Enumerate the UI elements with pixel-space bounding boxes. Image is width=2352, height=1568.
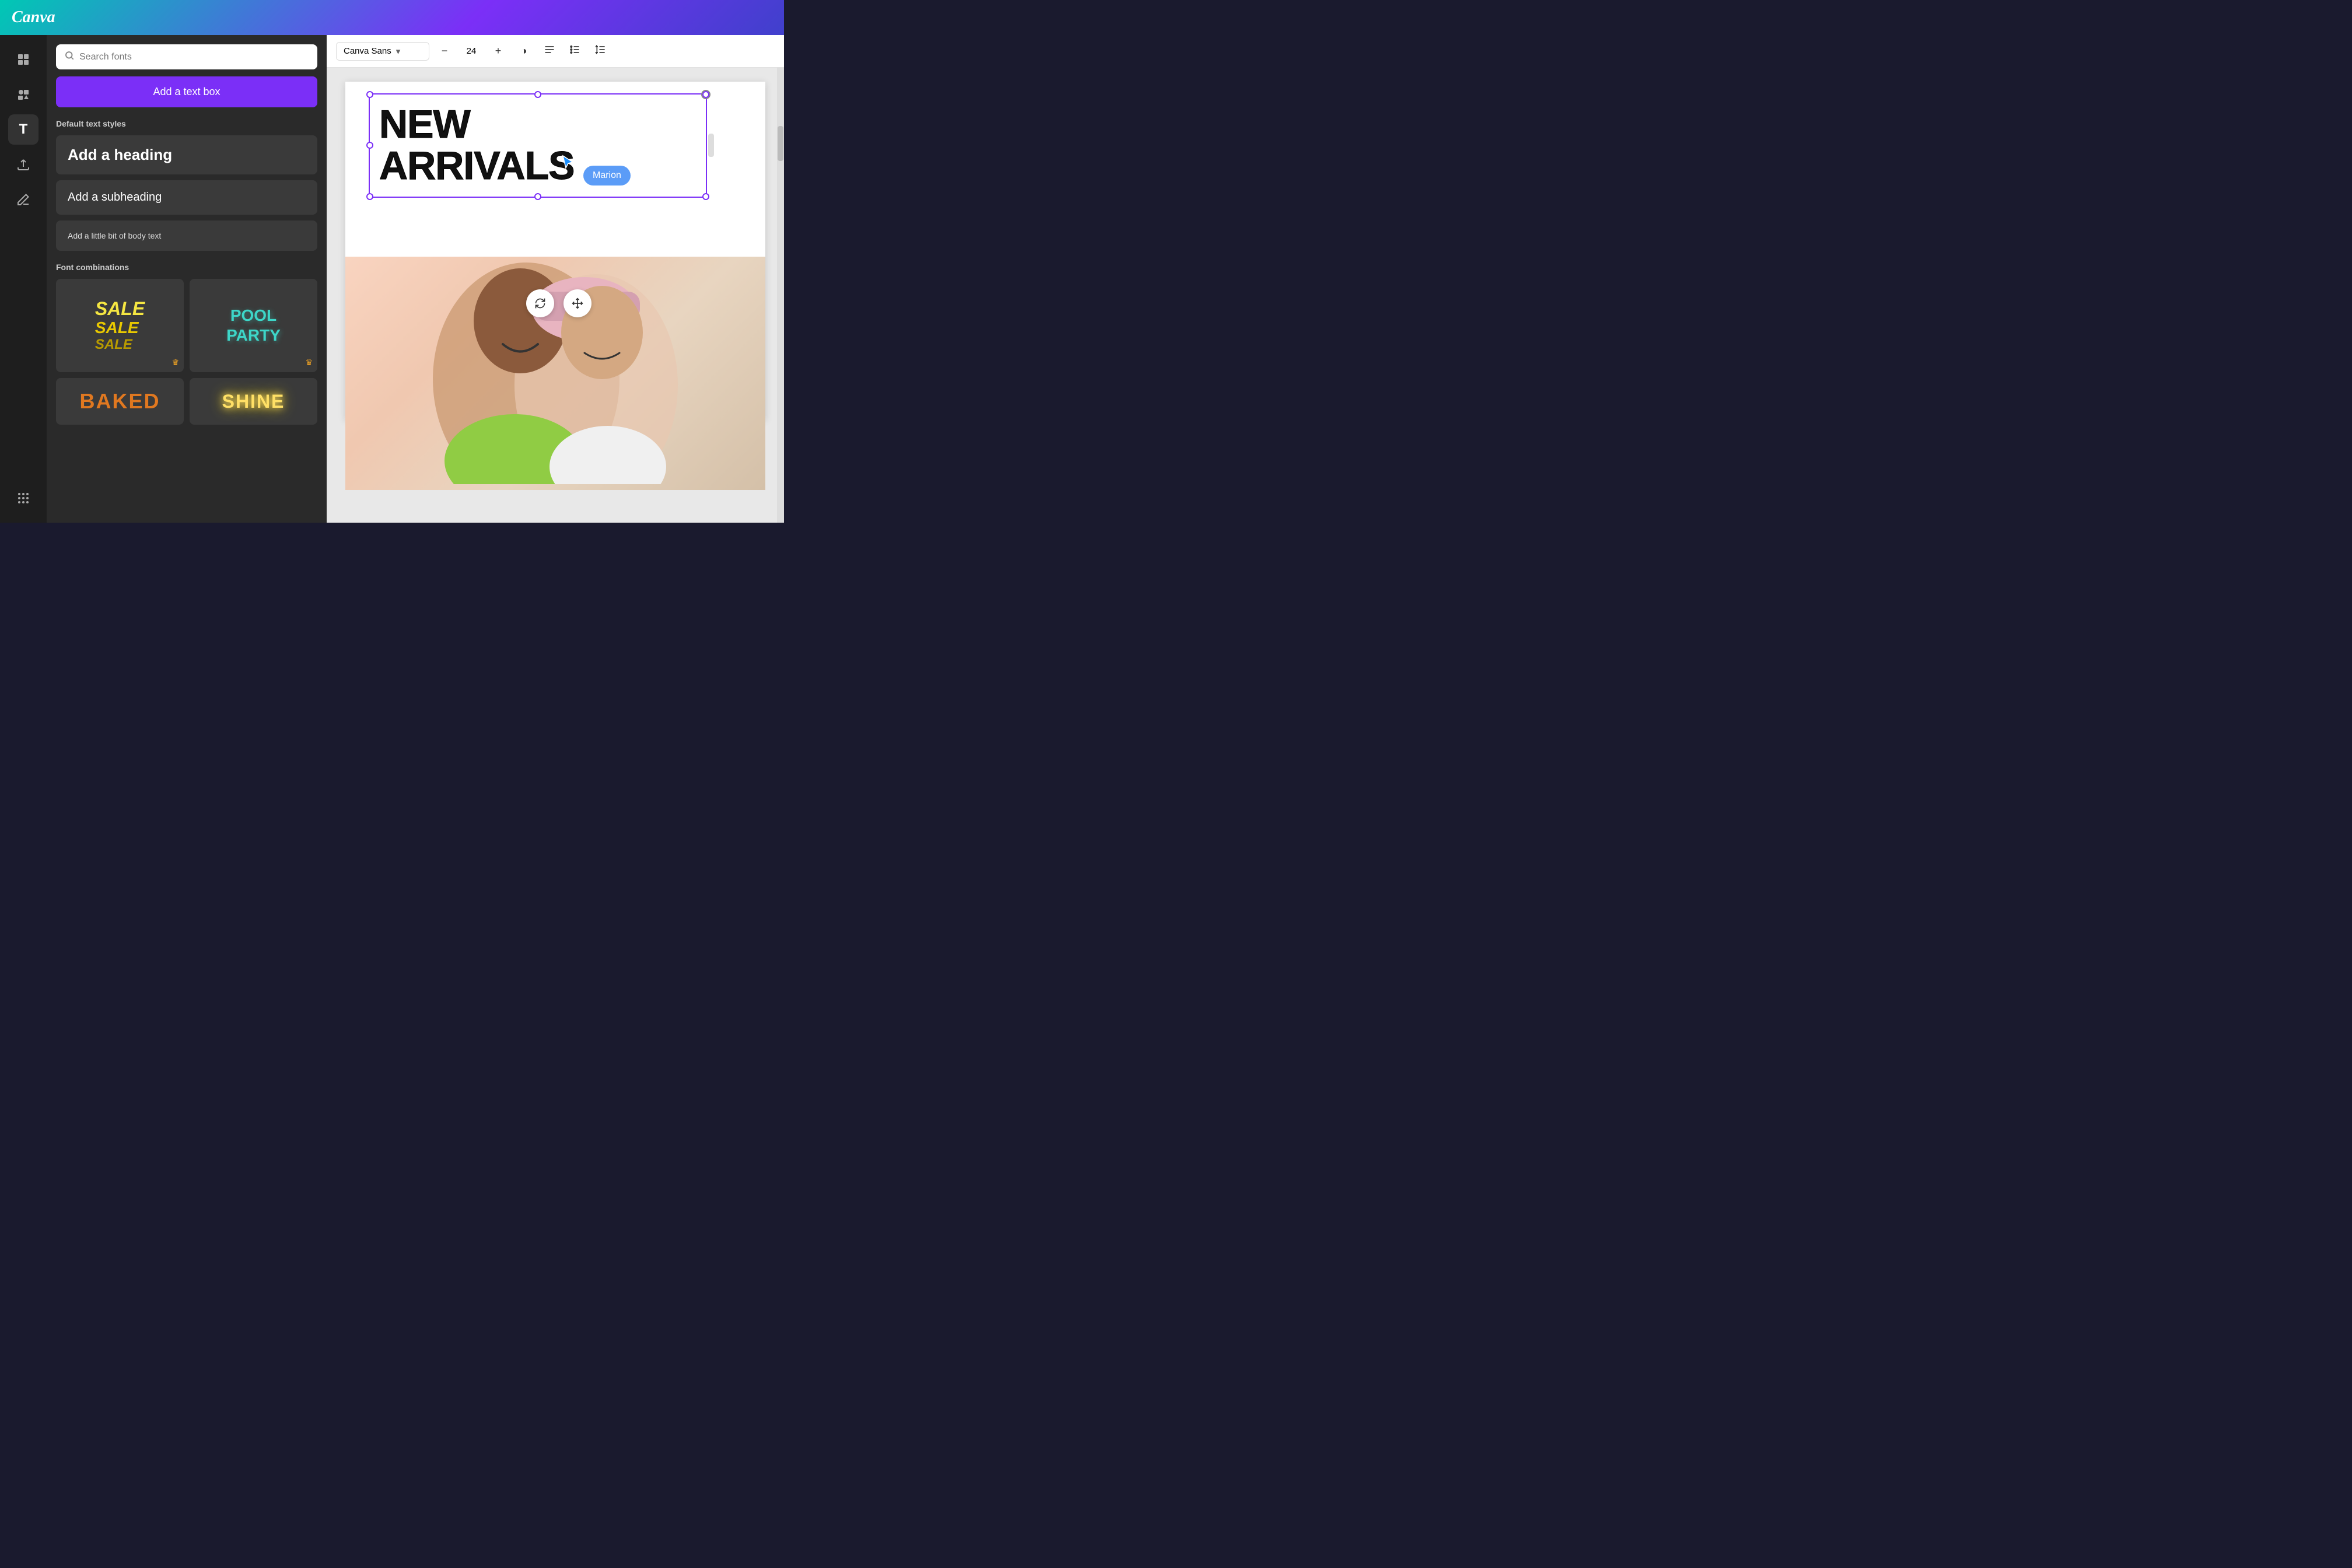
sale-combo-card[interactable]: SALE SALE SALE ♛ bbox=[56, 279, 184, 372]
resize-handle-bl[interactable] bbox=[366, 193, 373, 200]
move-icon bbox=[572, 298, 583, 309]
toolbar: Canva Sans ▾ − 24 + ◑ bbox=[327, 35, 784, 68]
font-combinations-section: Font combinations SALE SALE SALE ♛ POOL … bbox=[56, 262, 317, 425]
font-combinations-title: Font combinations bbox=[56, 262, 317, 272]
font-size-decrease-button[interactable]: − bbox=[434, 41, 455, 62]
pool-line-2: PARTY bbox=[226, 326, 281, 345]
sale-text-block: SALE SALE SALE bbox=[95, 299, 145, 352]
sale-line-1: SALE bbox=[95, 299, 145, 319]
shine-text: SHINE bbox=[222, 391, 285, 412]
scrollbar[interactable] bbox=[777, 68, 784, 523]
add-textbox-button[interactable]: Add a text box bbox=[56, 76, 317, 107]
resize-handle-tr[interactable] bbox=[702, 91, 709, 98]
text-color-icon: ◑ bbox=[521, 45, 527, 57]
font-family-select[interactable]: Canva Sans ▾ bbox=[336, 42, 429, 61]
sidebar-item-text[interactable]: T bbox=[8, 114, 38, 145]
canvas-document: NEWARRIVALS bbox=[345, 82, 765, 420]
crown-badge-pool: ♛ bbox=[305, 358, 313, 368]
align-icon bbox=[544, 44, 555, 58]
baked-text: BAKED bbox=[79, 389, 160, 414]
subheading-style-item[interactable]: Add a subheading bbox=[56, 180, 317, 215]
pool-line-1: POOL bbox=[226, 306, 281, 326]
rotate-action-icon[interactable] bbox=[526, 289, 554, 317]
minus-icon: − bbox=[442, 45, 448, 57]
bullet-list-button[interactable] bbox=[565, 41, 586, 62]
elements-icon bbox=[16, 88, 30, 102]
move-action-icon[interactable] bbox=[564, 289, 592, 317]
font-size-increase-button[interactable]: + bbox=[488, 41, 509, 62]
pool-party-text: POOL PARTY bbox=[226, 306, 281, 345]
default-styles-title: Default text styles bbox=[56, 119, 317, 128]
canvas-area: NEWARRIVALS bbox=[327, 68, 784, 523]
line-spacing-button[interactable] bbox=[590, 41, 611, 62]
plus-icon: + bbox=[495, 45, 502, 57]
bullet-list-icon bbox=[569, 44, 581, 58]
text-color-button[interactable]: ◑ bbox=[513, 41, 534, 62]
rotate-icon bbox=[534, 298, 546, 309]
sale-line-2: SALE bbox=[95, 319, 145, 337]
crown-badge-sale: ♛ bbox=[172, 358, 179, 368]
resize-handle-bm[interactable] bbox=[534, 193, 541, 200]
font-combo-grid: SALE SALE SALE ♛ POOL PARTY ♛ bbox=[56, 279, 317, 372]
resize-handle-mr[interactable] bbox=[708, 134, 714, 157]
grid-icon bbox=[16, 52, 30, 66]
resize-handle-ml[interactable] bbox=[366, 142, 373, 149]
shine-combo-card[interactable]: SHINE bbox=[190, 378, 317, 425]
resize-handle-tl[interactable] bbox=[366, 91, 373, 98]
search-input[interactable] bbox=[79, 52, 309, 62]
font-name-label: Canva Sans bbox=[344, 46, 391, 56]
canvas-action-icons bbox=[526, 289, 592, 317]
icon-bar: T bbox=[0, 35, 47, 523]
font-size-value: 24 bbox=[460, 46, 483, 56]
canva-logo: Canva bbox=[12, 8, 55, 27]
resize-handle-tm[interactable] bbox=[534, 91, 541, 98]
sidebar-item-draw[interactable] bbox=[8, 184, 38, 215]
sidebar-item-grid[interactable] bbox=[8, 44, 38, 75]
sidebar-item-upload[interactable] bbox=[8, 149, 38, 180]
bottom-combo-grid: BAKED SHINE bbox=[56, 378, 317, 425]
draw-icon bbox=[16, 192, 30, 206]
text-panel: Add a text box Default text styles Add a… bbox=[47, 35, 327, 523]
apps-icon bbox=[16, 491, 30, 505]
line-spacing-icon bbox=[595, 44, 607, 58]
heading-style-item[interactable]: Add a heading bbox=[56, 135, 317, 174]
resize-handle-br[interactable] bbox=[702, 193, 709, 200]
canvas-title-text[interactable]: NEWARRIVALS bbox=[379, 104, 696, 187]
search-icon bbox=[64, 50, 75, 64]
font-dropdown-arrow: ▾ bbox=[396, 46, 401, 57]
pool-party-combo-card[interactable]: POOL PARTY ♛ bbox=[190, 279, 317, 372]
sale-line-3: SALE bbox=[95, 337, 145, 352]
scrollbar-thumb[interactable] bbox=[778, 126, 783, 161]
sidebar-item-apps[interactable] bbox=[8, 483, 38, 513]
upload-icon bbox=[16, 158, 30, 172]
sidebar-item-elements[interactable] bbox=[8, 79, 38, 110]
baked-combo-card[interactable]: BAKED bbox=[56, 378, 184, 425]
body-style-item[interactable]: Add a little bit of body text bbox=[56, 220, 317, 251]
text-icon: T bbox=[19, 121, 28, 138]
header: Canva bbox=[0, 0, 784, 35]
text-align-button[interactable] bbox=[539, 41, 560, 62]
text-box-selected[interactable]: NEWARRIVALS bbox=[369, 93, 707, 198]
search-bar[interactable] bbox=[56, 44, 317, 69]
